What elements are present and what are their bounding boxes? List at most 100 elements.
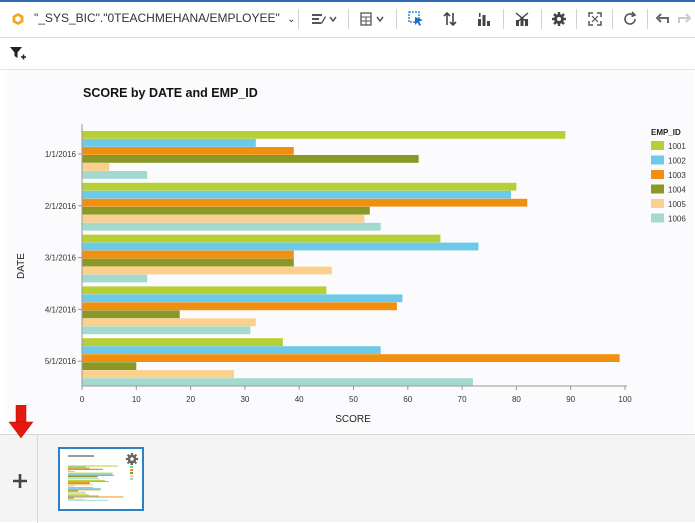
thumbnail-legend-swatch <box>130 466 133 468</box>
y-axis: 1/1/2016 2/1/2016 3/1/2016 4/1/2016 5/1/2016 <box>45 124 83 386</box>
bar-2-1-2016-1006[interactable] <box>82 222 381 231</box>
bar-2-1-2016-1002[interactable] <box>82 190 511 199</box>
legend-swatch-1001[interactable] <box>651 141 664 150</box>
sort-button[interactable] <box>439 8 461 30</box>
toolbar: "_SYS_BIC"."0TEACHMEHANA/EMPLOYEE" ⌄ <box>0 0 695 38</box>
bar-5-1-2016-1001[interactable] <box>82 338 283 346</box>
thumbnail-bar <box>68 469 71 471</box>
redo-button[interactable] <box>675 8 693 30</box>
thumbnail-bar <box>68 476 98 477</box>
add-page-button[interactable] <box>10 471 30 491</box>
toolbar-separator <box>348 9 349 29</box>
bar-4-1-2016-1001[interactable] <box>82 286 327 295</box>
bar-chart[interactable]: SCORE by DATE and EMP_ID 0 10 20 30 40 50 60 70… <box>4 70 694 434</box>
refresh-button[interactable] <box>619 8 641 30</box>
y-axis-label: DATE <box>16 253 27 279</box>
bar-4-1-2016-1002[interactable] <box>82 294 403 303</box>
bar-1-1-2016-1005[interactable] <box>82 163 110 171</box>
select-icon <box>408 11 423 26</box>
bar-4-1-2016-1003[interactable] <box>82 302 397 311</box>
gear-icon <box>125 452 139 466</box>
legend-swatch-1003[interactable] <box>651 170 664 179</box>
y-tick-label: 2/1/2016 <box>45 202 77 211</box>
chart-legend[interactable]: EMP_ID 1001 1002 1003 1004 1005 1006 <box>651 128 686 224</box>
bar-3-1-2016-1003[interactable] <box>82 250 294 259</box>
settings-button[interactable] <box>548 8 570 30</box>
x-tick-label: 90 <box>566 395 575 404</box>
bar-2-1-2016-1001[interactable] <box>82 182 517 191</box>
bar-5-1-2016-1003[interactable] <box>82 354 620 362</box>
bar-5-1-2016-1004[interactable] <box>82 362 137 370</box>
x-axis-label: SCORE <box>335 414 371 425</box>
legend-swatch-1004[interactable] <box>651 184 664 194</box>
thumbnail-title-mark <box>68 455 94 457</box>
y-tick-label: 1/1/2016 <box>45 150 77 159</box>
page-thumbnail[interactable] <box>58 447 144 511</box>
bar-2-1-2016-1003[interactable] <box>82 198 528 207</box>
select-button[interactable] <box>405 8 427 30</box>
thumbnail-bar <box>68 484 94 486</box>
thumbnail-bar <box>68 472 113 474</box>
bar-5-1-2016-1005[interactable] <box>82 370 234 378</box>
fullscreen-button[interactable] <box>584 8 606 30</box>
undo-button[interactable] <box>653 8 673 30</box>
bar-3-1-2016-1004[interactable] <box>82 258 294 267</box>
legend-swatch-1006[interactable] <box>651 213 664 223</box>
legend-swatch-1002[interactable] <box>651 155 664 165</box>
bar-2-1-2016-1005[interactable] <box>82 214 365 223</box>
table-view-button[interactable] <box>357 8 387 30</box>
bar-4-1-2016-1006[interactable] <box>82 326 251 335</box>
thumbnail-bar <box>68 490 79 492</box>
x-tick-label: 20 <box>186 395 195 404</box>
toolbar-separator <box>298 9 299 29</box>
thumbnail-bar <box>68 499 109 501</box>
thumbnail-bar <box>68 494 89 496</box>
bar-1-1-2016-1003[interactable] <box>82 147 294 155</box>
filter-add-icon <box>10 47 26 60</box>
bar-1-1-2016-1004[interactable] <box>82 155 419 163</box>
x-tick-label: 50 <box>349 395 358 404</box>
add-filter-button[interactable] <box>9 45 27 63</box>
legend-label-1001: 1001 <box>668 142 686 151</box>
datasource-selector[interactable]: "_SYS_BIC"."0TEACHMEHANA/EMPLOYEE" ⌄ <box>34 11 296 25</box>
thumbnail-settings-button[interactable] <box>125 452 139 466</box>
legend-label-1005: 1005 <box>668 200 686 209</box>
x-tick-label: 60 <box>403 395 412 404</box>
thumbnail-bar <box>68 495 99 497</box>
bar-chart-button[interactable] <box>473 8 495 30</box>
legend-label-1002: 1002 <box>668 157 686 166</box>
datasource-cube-icon[interactable] <box>8 8 28 30</box>
bar-3-1-2016-1002[interactable] <box>82 242 479 251</box>
page-bar <box>0 404 695 523</box>
chevron-down-icon: ⌄ <box>287 14 296 25</box>
plus-icon <box>13 474 27 488</box>
bar-chart-icon <box>478 13 490 26</box>
bar-1-1-2016-1006[interactable] <box>82 171 148 179</box>
thumbnail-bar <box>68 485 75 487</box>
chart-type-icon <box>312 14 337 24</box>
legend-label-1004: 1004 <box>668 186 686 195</box>
bar-2-1-2016-1004[interactable] <box>82 206 370 215</box>
y-tick-label: 4/1/2016 <box>45 305 77 314</box>
thumbnail-bar <box>68 479 105 481</box>
bar-1-1-2016-1002[interactable] <box>82 139 256 147</box>
chart-type-button[interactable] <box>309 8 339 30</box>
bar-3-1-2016-1005[interactable] <box>82 266 332 275</box>
bar-1-1-2016-1001[interactable] <box>82 131 566 139</box>
bar-3-1-2016-1006[interactable] <box>82 274 148 283</box>
bar-5-1-2016-1006[interactable] <box>82 378 473 386</box>
legend-swatch-1005[interactable] <box>651 199 664 208</box>
x-tick-label: 30 <box>240 395 249 404</box>
clear-chart-button[interactable] <box>511 8 533 30</box>
chart-title: SCORE by DATE and EMP_ID <box>83 86 258 100</box>
thumbnail-bar <box>68 482 90 484</box>
legend-label-1003: 1003 <box>668 171 686 180</box>
datasource-label: "_SYS_BIC"."0TEACHMEHANA/EMPLOYEE" <box>34 11 280 25</box>
bar-4-1-2016-1004[interactable] <box>82 310 180 319</box>
bar-5-1-2016-1002[interactable] <box>82 346 381 354</box>
bar-4-1-2016-1005[interactable] <box>82 318 256 327</box>
chart-bars[interactable] <box>82 131 620 386</box>
bar-3-1-2016-1001[interactable] <box>82 234 441 243</box>
thumbnail-legend-swatch <box>130 469 133 471</box>
toolbar-separator <box>541 9 542 29</box>
